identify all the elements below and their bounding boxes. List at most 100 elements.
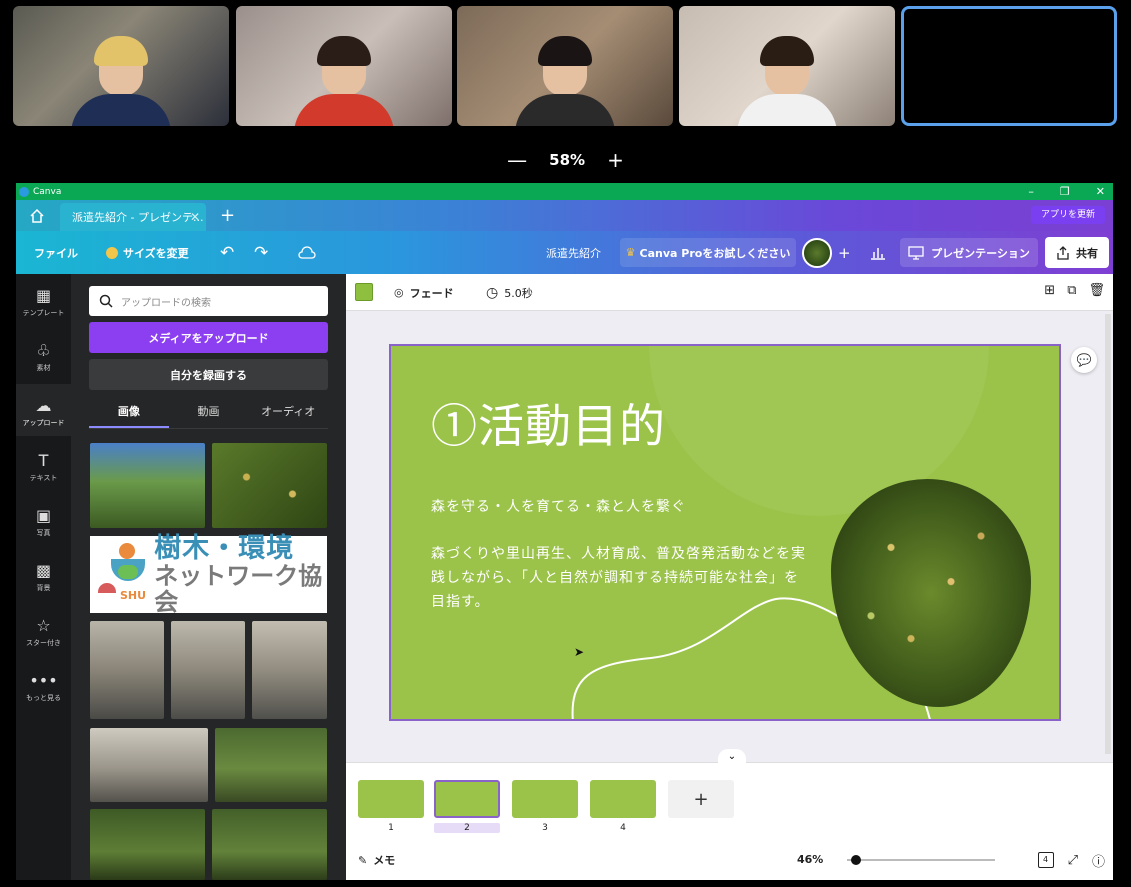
vertical-scrollbar[interactable]: [1105, 314, 1111, 754]
transition-button[interactable]: ◎ フェード: [394, 274, 454, 311]
notes-icon: ✎: [358, 853, 368, 867]
zoom-in-button[interactable]: +: [607, 148, 624, 172]
slide-canvas[interactable]: ①活動目的 森を守る・人を育てる・森と人を繋ぐ 森づくりや里山再生、人材育成、普…: [389, 344, 1061, 721]
rail-item-text[interactable]: T テキスト: [16, 439, 71, 491]
page-actions: ⊞ ⧉ 🗑: [1044, 283, 1105, 298]
upload-thumbnail-building-2[interactable]: [171, 621, 245, 719]
rail-item-starred[interactable]: ☆ スター付き: [16, 604, 71, 656]
upload-thumbnail-garden-2[interactable]: [90, 809, 205, 880]
rail-item-elements[interactable]: ♧ 素材: [16, 329, 71, 381]
close-tab-icon[interactable]: ✕: [190, 210, 200, 224]
search-placeholder: アップロードの検索: [121, 297, 211, 309]
share-button[interactable]: 共有: [1045, 237, 1109, 268]
slide-body-text[interactable]: 森づくりや里山再生、人材育成、普及啓発活動などを実践しながら、「人と自然が調和す…: [431, 542, 811, 614]
page-thumbnail-3[interactable]: [512, 780, 578, 818]
upload-thumbnail-building-1[interactable]: [90, 621, 164, 719]
minimize-button[interactable]: –: [1028, 183, 1034, 200]
close-window-button[interactable]: ✕: [1096, 183, 1105, 200]
page-thumbnail-1[interactable]: [358, 780, 424, 818]
side-rail: ▦ テンプレート ♧ 素材 ☁ アップロード T テキスト ▣ 写真 ▩ 背景 …: [16, 274, 71, 880]
rail-item-more[interactable]: ••• もっと見る: [16, 659, 71, 711]
cloud-save-icon[interactable]: [298, 231, 316, 274]
rail-item-label: もっと見る: [26, 694, 61, 702]
rail-item-label: テキスト: [29, 474, 58, 482]
add-comment-button[interactable]: 💬: [1071, 347, 1097, 373]
video-gallery: — 58% +: [0, 0, 1131, 183]
participant-figure: [510, 36, 620, 126]
editor-footer: ✎ メモ 46% 4 ⤢ ⓘ: [346, 840, 1113, 880]
slide-title[interactable]: ①活動目的: [431, 390, 666, 456]
tab-images[interactable]: 画像: [89, 401, 169, 428]
upload-thumbnail-group[interactable]: [90, 728, 208, 802]
notes-button[interactable]: ✎ メモ: [358, 840, 395, 880]
participant-video-3[interactable]: [457, 6, 673, 126]
upload-thumbnail-moss[interactable]: [212, 443, 327, 528]
rail-item-photos[interactable]: ▣ 写真: [16, 494, 71, 546]
page-number: 3: [542, 823, 548, 833]
text-icon: T: [38, 451, 49, 470]
home-button[interactable]: [22, 204, 52, 228]
slide-subtitle[interactable]: 森を守る・人を育てる・森と人を繋ぐ: [431, 496, 686, 516]
present-button[interactable]: プレゼンテーション: [900, 238, 1038, 267]
tab-videos[interactable]: 動画: [169, 401, 249, 428]
rail-item-background[interactable]: ▩ 背景: [16, 549, 71, 601]
background-color-swatch[interactable]: [355, 283, 373, 301]
zoom-slider-handle[interactable]: [851, 855, 861, 865]
upload-thumbnail-garden-3[interactable]: [212, 809, 327, 880]
participant-video-5-selected[interactable]: [901, 6, 1117, 126]
photo-icon: ▣: [35, 506, 52, 525]
undo-button[interactable]: ↶: [220, 231, 234, 274]
upload-thumbnail-forest[interactable]: [90, 443, 205, 528]
help-icon[interactable]: ⓘ: [1092, 851, 1105, 870]
participant-video-2[interactable]: [236, 6, 452, 126]
delete-page-icon[interactable]: 🗑: [1088, 283, 1105, 298]
upload-media-button[interactable]: メディアをアップロード: [89, 322, 328, 353]
update-app-button[interactable]: アプリを更新: [1030, 206, 1105, 224]
fullscreen-icon[interactable]: ⤢: [1068, 853, 1078, 868]
zoom-slider[interactable]: [847, 855, 995, 865]
insights-icon[interactable]: [870, 231, 886, 274]
invite-button[interactable]: +: [838, 231, 851, 274]
share-label: 共有: [1076, 246, 1098, 260]
background-icon: ▩: [35, 561, 52, 580]
page-thumbnail-2[interactable]: [434, 780, 500, 818]
zoom-percentage[interactable]: 46%: [797, 840, 823, 880]
avatar[interactable]: [802, 238, 832, 268]
duplicate-page-icon[interactable]: ⧉: [1067, 283, 1076, 298]
star-icon: ☆: [36, 616, 51, 635]
page-count-button[interactable]: 4: [1037, 852, 1054, 868]
chevron-down-icon[interactable]: ⌄: [718, 749, 746, 763]
participant-figure: [289, 36, 399, 126]
uploads-panel: アップロードの検索 メディアをアップロード 自分を録画する 画像 動画 オーディ…: [71, 274, 346, 880]
logo-mark-text: SHU: [120, 588, 147, 602]
canva-pro-trial-button[interactable]: ♛ Canva Proをお試しください: [620, 238, 796, 267]
new-tab-button[interactable]: +: [220, 205, 235, 226]
upload-thumbnail-logo[interactable]: SHU 樹木・環境 ネットワーク協会: [90, 534, 327, 616]
rail-item-templates[interactable]: ▦ テンプレート: [16, 274, 71, 326]
transition-label: フェード: [409, 286, 454, 300]
resize-button[interactable]: サイズを変更: [106, 231, 189, 274]
add-page-button[interactable]: +: [668, 780, 734, 818]
logo-line-2: ネットワーク協会: [154, 561, 323, 616]
upload-thumbnail-building-3[interactable]: [252, 621, 327, 719]
rail-item-uploads[interactable]: ☁ アップロード: [16, 384, 71, 436]
redo-button[interactable]: ↷: [254, 231, 268, 274]
search-input[interactable]: アップロードの検索: [89, 286, 328, 316]
participant-video-1[interactable]: [13, 6, 229, 126]
zoom-out-button[interactable]: —: [507, 148, 527, 172]
editor-area: ◎ フェード ◷ 5.0秒 ⊞ ⧉ 🗑 ①活動目的 森を守る・人を育てる・森と人…: [346, 274, 1113, 880]
restore-button[interactable]: ❐: [1060, 183, 1070, 200]
tab-audio[interactable]: オーディオ: [248, 401, 328, 428]
upload-thumbnail-garden-1[interactable]: [215, 728, 327, 802]
page-number: 2: [434, 823, 500, 833]
document-title[interactable]: 派遣先紹介: [546, 231, 601, 274]
upload-icon: ☁: [35, 396, 52, 415]
file-menu[interactable]: ファイル: [34, 231, 78, 274]
document-tab[interactable]: 派遣先紹介 - プレゼンテ... ✕: [60, 203, 206, 231]
timing-button[interactable]: ◷ 5.0秒: [486, 274, 533, 311]
page-thumbnail-4[interactable]: [590, 780, 656, 818]
add-page-icon[interactable]: ⊞: [1044, 283, 1055, 298]
participant-video-4[interactable]: [679, 6, 895, 126]
record-yourself-button[interactable]: 自分を録画する: [89, 359, 328, 390]
page-number: 1: [388, 823, 394, 833]
